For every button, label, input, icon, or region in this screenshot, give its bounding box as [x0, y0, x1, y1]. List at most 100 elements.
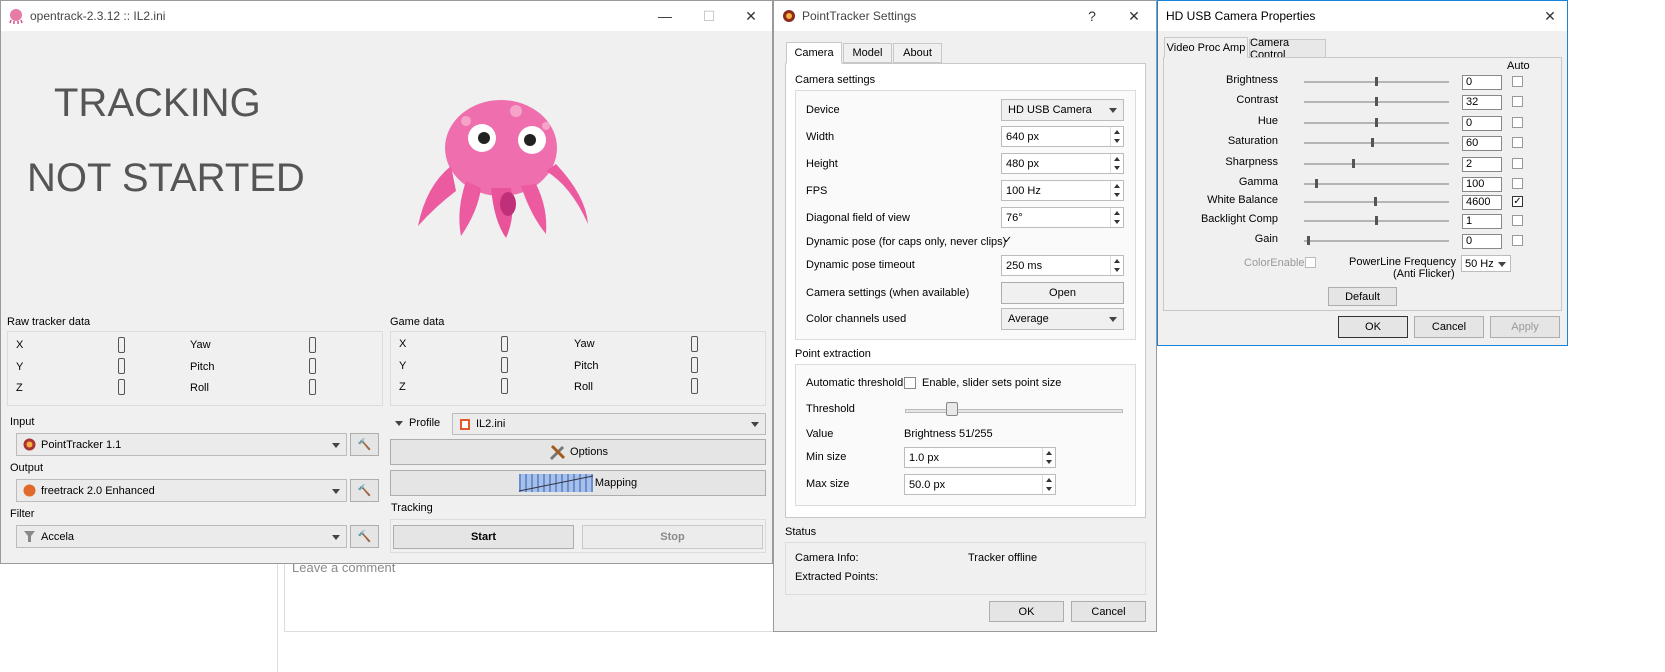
threshold-slider-thumb[interactable]	[946, 402, 958, 416]
close-icon[interactable]: ✕	[1112, 1, 1156, 31]
tab-camera-control[interactable]: Camera Control	[1249, 37, 1326, 61]
camera-properties-window: HD USB Camera Properties ✕ Video Proc Am…	[1157, 0, 1568, 346]
cam-control-value[interactable]: 100	[1462, 177, 1502, 192]
cam-control-slider[interactable]	[1304, 216, 1449, 226]
min-size-spinbox[interactable]: 1.0 px	[904, 447, 1056, 468]
spin-arrows-icon[interactable]	[1110, 127, 1123, 146]
close-icon[interactable]: ✕	[1532, 1, 1567, 31]
start-button[interactable]: Start	[393, 525, 574, 549]
cam-control-slider-thumb[interactable]	[1374, 197, 1377, 206]
profile-menu-button[interactable]: Profile	[395, 417, 440, 429]
cam-control-value[interactable]: 0	[1462, 75, 1502, 90]
cam-control-slider[interactable]	[1304, 197, 1449, 207]
pt-cancel-button[interactable]: Cancel	[1071, 601, 1146, 622]
tab-model[interactable]: Model	[843, 43, 892, 63]
cam-control-slider-thumb[interactable]	[1371, 138, 1374, 147]
threshold-slider[interactable]	[905, 402, 1123, 418]
status-group	[785, 542, 1146, 595]
color-channels-combo[interactable]: Average	[1001, 308, 1124, 330]
cam-control-slider[interactable]	[1304, 138, 1449, 148]
cam-control-slider-thumb[interactable]	[1307, 236, 1310, 245]
profile-combo[interactable]: IL2.ini	[452, 413, 766, 435]
cam-control-auto-checkbox[interactable]	[1512, 215, 1523, 226]
help-button[interactable]: ?	[1070, 1, 1114, 31]
cam-control-value[interactable]: 0	[1462, 116, 1502, 131]
cam-control-auto-checkbox[interactable]	[1512, 96, 1523, 107]
auto-threshold-checkbox[interactable]	[904, 377, 916, 389]
input-settings-button[interactable]: 🔨	[350, 433, 379, 456]
game-y-readout	[501, 357, 508, 373]
cam-control-value[interactable]: 2	[1462, 157, 1502, 172]
spin-arrows-icon[interactable]	[1110, 256, 1123, 275]
stop-button[interactable]: Stop	[582, 525, 763, 549]
game-roll-label: Roll	[574, 381, 593, 393]
output-settings-button[interactable]: 🔨	[350, 479, 379, 502]
cam-ok-label: OK	[1365, 321, 1381, 333]
input-combo[interactable]: PointTracker 1.1	[16, 433, 347, 456]
cam-control-value[interactable]: 4600	[1462, 195, 1502, 210]
pt-ok-button[interactable]: OK	[989, 601, 1064, 622]
cam-control-slider[interactable]	[1304, 159, 1449, 169]
minimize-icon[interactable]: —	[643, 1, 687, 31]
cam-control-slider-thumb[interactable]	[1375, 216, 1378, 225]
open-camera-settings-button[interactable]: Open	[1001, 282, 1124, 304]
cam-control-slider[interactable]	[1304, 179, 1449, 189]
default-button[interactable]: Default	[1328, 287, 1397, 306]
cam-control-value[interactable]: 0	[1462, 234, 1502, 249]
tab-video-proc-amp[interactable]: Video Proc Amp	[1164, 37, 1248, 58]
options-button[interactable]: Options	[390, 439, 766, 465]
cam-control-auto-checkbox[interactable]	[1512, 76, 1523, 87]
spin-arrows-icon[interactable]	[1110, 208, 1123, 227]
output-combo[interactable]: freetrack 2.0 Enhanced	[16, 479, 347, 502]
dynamic-pose-checkbox[interactable]: ✓	[1002, 236, 1014, 248]
auto-header: Auto	[1507, 60, 1530, 72]
cam-control-slider-thumb[interactable]	[1315, 179, 1318, 188]
cam-control-value[interactable]: 32	[1462, 95, 1502, 110]
cam-control-slider[interactable]	[1304, 77, 1449, 87]
cam-control-auto-checkbox[interactable]	[1512, 137, 1523, 148]
spin-arrows-icon[interactable]	[1110, 181, 1123, 200]
cam-control-slider-thumb[interactable]	[1352, 159, 1355, 168]
freetrack-icon	[23, 484, 36, 497]
cam-control-auto-checkbox[interactable]	[1512, 178, 1523, 189]
cam-control-slider-thumb[interactable]	[1375, 77, 1378, 86]
color-enable-checkbox[interactable]	[1305, 257, 1316, 268]
width-spinbox[interactable]: 640 px	[1001, 126, 1124, 147]
cam-control-slider-thumb[interactable]	[1375, 118, 1378, 127]
close-icon[interactable]: ✕	[729, 1, 772, 31]
spin-arrows-icon[interactable]	[1042, 475, 1055, 494]
cam-window-title: HD USB Camera Properties	[1166, 9, 1316, 23]
raw-pitch-readout	[309, 358, 316, 374]
raw-roll-readout	[309, 379, 316, 395]
filter-settings-button[interactable]: 🔨	[350, 525, 379, 548]
max-size-spinbox[interactable]: 50.0 px	[904, 474, 1056, 495]
height-spinbox[interactable]: 480 px	[1001, 153, 1124, 174]
maximize-icon[interactable]: ☐	[687, 1, 731, 31]
cam-control-slider-thumb[interactable]	[1375, 97, 1378, 106]
cam-ok-button[interactable]: OK	[1338, 316, 1408, 338]
tab-camera[interactable]: Camera	[786, 42, 842, 64]
tab-about[interactable]: About	[893, 43, 942, 63]
color-enable-label: ColorEnable	[1244, 257, 1305, 269]
cam-control-auto-checkbox[interactable]	[1512, 117, 1523, 128]
cam-control-value[interactable]: 60	[1462, 136, 1502, 151]
powerline-combo[interactable]: 50 Hz	[1461, 255, 1511, 272]
spin-arrows-icon[interactable]	[1110, 154, 1123, 173]
fov-spinbox[interactable]: 76°	[1001, 207, 1124, 228]
game-pitch-readout	[691, 357, 698, 373]
cam-control-auto-checkbox[interactable]	[1512, 235, 1523, 246]
cam-control-auto-checkbox[interactable]: ✓	[1512, 196, 1523, 207]
cam-control-slider[interactable]	[1304, 118, 1449, 128]
fps-spinbox[interactable]: 100 Hz	[1001, 180, 1124, 201]
cam-apply-button[interactable]: Apply	[1490, 316, 1560, 338]
dynamic-pose-timeout-spinbox[interactable]: 250 ms	[1001, 255, 1124, 276]
cam-control-value[interactable]: 1	[1462, 214, 1502, 229]
filter-combo[interactable]: Accela	[16, 525, 347, 548]
cam-cancel-button[interactable]: Cancel	[1414, 316, 1484, 338]
cam-control-slider[interactable]	[1304, 236, 1449, 246]
device-combo[interactable]: HD USB Camera	[1001, 99, 1124, 121]
mapping-button[interactable]: Mapping	[390, 470, 766, 496]
spin-arrows-icon[interactable]	[1042, 448, 1055, 467]
cam-control-auto-checkbox[interactable]	[1512, 158, 1523, 169]
cam-control-slider[interactable]	[1304, 97, 1449, 107]
